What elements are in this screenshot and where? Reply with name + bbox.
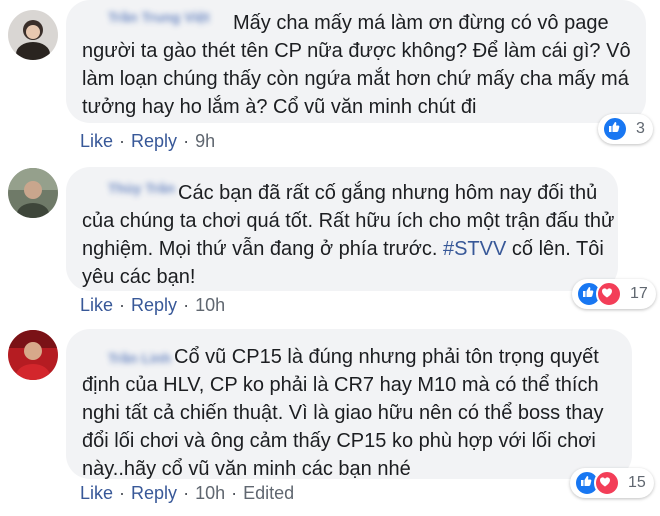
comment-line: Cổ vũ CP15 là đúng nhưng phải tôn trọng … bbox=[174, 346, 599, 368]
comment-line: nghi tất cả chiến thuật. Vì là giao hữu … bbox=[82, 402, 604, 424]
comment-line: đổi lối chơi và ông cảm thấy CP15 ko phù… bbox=[82, 430, 596, 452]
comment-bubble: Trần Linh Cổ vũ CP15 là đúng nhưng phải … bbox=[66, 329, 632, 480]
comment-3: Trần Linh Cổ vũ CP15 là đúng nhưng phải … bbox=[0, 0, 660, 516]
comment-author[interactable]: Trần Linh bbox=[108, 350, 171, 366]
edited-label[interactable]: Edited bbox=[243, 483, 294, 503]
comment-timestamp[interactable]: 10h bbox=[195, 483, 225, 503]
reaction-summary[interactable]: 15 bbox=[570, 468, 654, 498]
comment-line: định của HLV, CP ko phải là CR7 hay M10 … bbox=[82, 374, 599, 396]
reaction-count: 15 bbox=[628, 474, 646, 491]
separator: · bbox=[119, 483, 126, 503]
avatar[interactable] bbox=[8, 330, 58, 380]
love-icon bbox=[594, 470, 620, 496]
comment-line: này..hãy cổ vũ văn minh các bạn nhé bbox=[82, 458, 411, 480]
reply-link[interactable]: Reply bbox=[131, 483, 177, 503]
comment-actions: Like · Reply · 10h · Edited bbox=[80, 483, 294, 504]
like-link[interactable]: Like bbox=[80, 483, 113, 503]
separator: · bbox=[231, 483, 238, 503]
separator: · bbox=[183, 483, 190, 503]
